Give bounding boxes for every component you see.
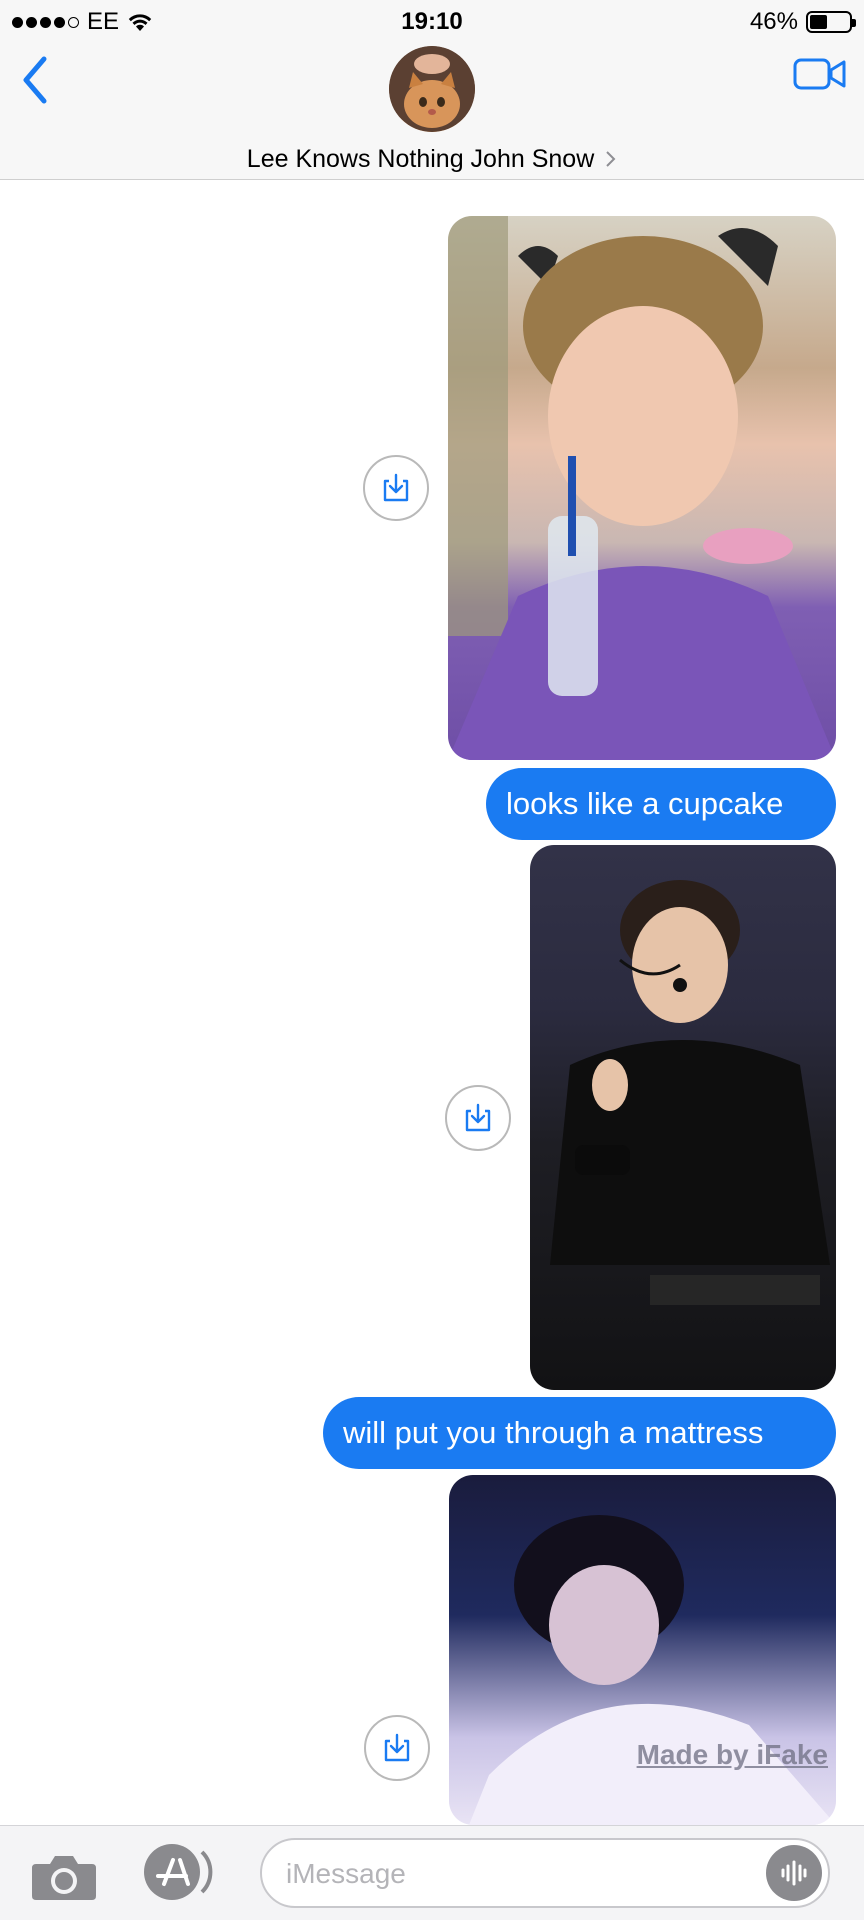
audio-message-button[interactable] xyxy=(766,1845,822,1901)
download-tray-icon xyxy=(383,473,409,502)
text-message[interactable]: will put you through a mattress xyxy=(323,1397,836,1469)
camera-icon xyxy=(32,1856,96,1900)
download-tray-icon xyxy=(465,1103,491,1132)
image-message[interactable] xyxy=(448,216,836,760)
message-input[interactable] xyxy=(286,1852,726,1896)
battery-percent: 46% xyxy=(749,8,798,35)
download-tray-icon xyxy=(384,1733,410,1762)
back-button[interactable] xyxy=(10,50,60,110)
photo-performer-with-headset xyxy=(550,880,830,1305)
message-composer xyxy=(0,1825,864,1920)
message-field xyxy=(260,1838,830,1908)
cat-avatar-image xyxy=(389,46,475,132)
text-message[interactable]: looks like a cupcake xyxy=(486,768,836,840)
chevron-right-icon xyxy=(606,151,616,168)
save-image-button[interactable] xyxy=(445,1085,511,1151)
photo-performer-white-shirt xyxy=(469,1515,836,1825)
status-time: 19:10 xyxy=(401,8,463,35)
status-bar: EE 19:10 46% xyxy=(0,0,864,44)
battery-level-fill xyxy=(810,15,827,29)
save-image-button[interactable] xyxy=(364,1715,430,1781)
contact-name-button[interactable]: Lee Knows Nothing John Snow xyxy=(0,144,864,174)
image-message[interactable]: Made by iFake xyxy=(449,1475,836,1825)
conversation-header: Lee Knows Nothing John Snow xyxy=(0,44,864,180)
camera-button[interactable] xyxy=(30,1848,98,1904)
photo-person-with-bottle xyxy=(448,216,836,760)
chevron-left-icon xyxy=(23,56,47,104)
video-camera-icon xyxy=(793,58,846,90)
contact-avatar[interactable] xyxy=(389,46,475,132)
status-right: 46% xyxy=(749,8,856,36)
video-call-button[interactable] xyxy=(792,50,848,98)
battery-icon xyxy=(806,11,856,33)
watermark-label: Made by iFake xyxy=(636,1739,828,1770)
save-image-button[interactable] xyxy=(363,455,429,521)
contact-name: Lee Knows Nothing John Snow xyxy=(246,144,595,173)
image-message[interactable] xyxy=(530,845,836,1390)
app-store-icon xyxy=(144,1844,213,1900)
app-store-button[interactable] xyxy=(140,1842,216,1902)
audio-waveform-icon xyxy=(781,1860,807,1886)
